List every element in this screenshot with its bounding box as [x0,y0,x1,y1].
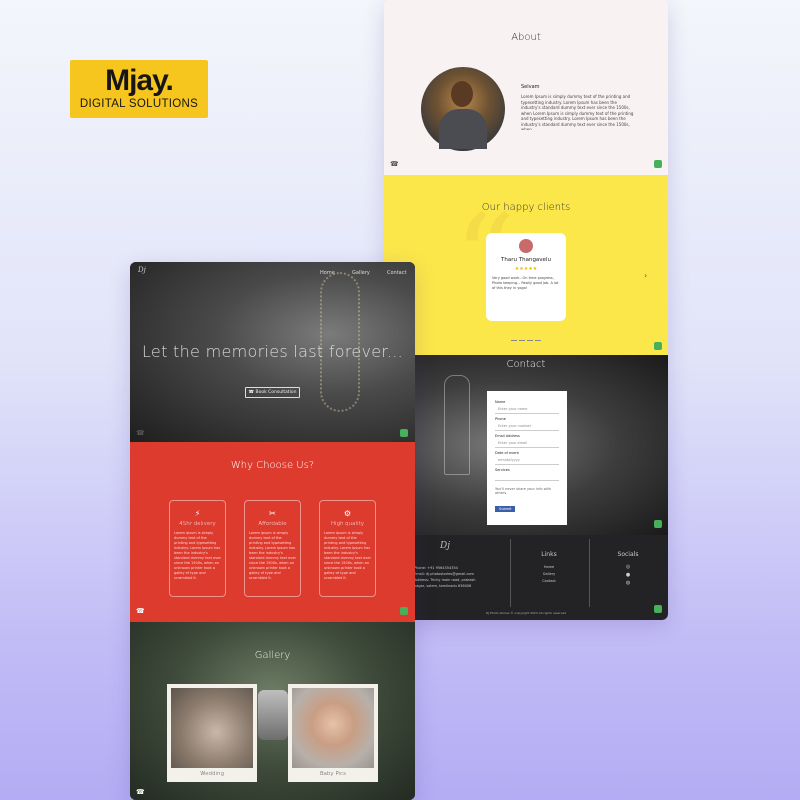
hero-section: Dj Home Gallery Contact Let the memories… [130,262,415,442]
phone-label: Phone [495,417,506,421]
services-label: Services [495,468,510,472]
phone-input[interactable]: Enter your number [495,422,559,431]
profile-photo [421,67,505,151]
instagram-icon[interactable]: ◎ [608,563,648,571]
feature-text: Lorem ipsum is simply dummy text of the … [324,531,371,580]
book-consultation-button[interactable]: ☎ Book Consultation [245,387,300,398]
clients-section: Our happy clients “ Tharu Thangavelu ★★★… [384,175,668,355]
feature-card-affordable: ✂ Affordable Lorem ipsum is simply dummy… [244,500,301,597]
gallery-title: Gallery [254,650,291,661]
rings-image [258,690,288,740]
date-label: Date of event [495,451,519,455]
about-section: About Selvam Lorem Ipsum is simply dummy… [384,0,668,175]
privacy-note: You'll never share your info with others [495,487,552,495]
phone-icon[interactable] [136,607,144,615]
website-screenshot-right: About Selvam Lorem Ipsum is simply dummy… [384,0,668,620]
whatsapp-icon[interactable] [654,520,662,528]
name-input[interactable]: Enter your name [495,405,559,414]
gallery-item-baby[interactable]: Baby Pics [288,684,378,782]
footer-divider [589,539,590,607]
gallery-item-label: Baby Pics [319,771,347,777]
feature-text: Lorem ipsum is simply dummy text of the … [249,531,296,580]
whatsapp-icon[interactable] [654,342,662,350]
facebook-icon[interactable]: ● [608,571,648,579]
why-section: Why Choose Us? ⚡ 4Shr delivery Lorem ips… [130,442,415,622]
carousel-dots[interactable] [510,326,542,345]
about-text: Lorem Ipsum is simply dummy text of the … [521,94,634,130]
footer-links: Links Home Gallery Contact [529,551,569,585]
testimonial-card: Tharu Thangavelu ★★★★★ Very good work...… [486,233,566,321]
website-screenshot-left: Dj Home Gallery Contact Let the memories… [130,262,415,800]
phone-icon: ☎ [248,390,256,395]
footer-logo: Dj [440,541,451,551]
client-name: Tharu Thangavelu [501,257,551,263]
phone-icon[interactable] [136,788,144,796]
whatsapp-social-icon[interactable]: ◍ [608,579,648,587]
socials-title: Socials [617,551,639,558]
footer-contact-info: Phone: +91 9564354354 Email: dj.photosto… [414,565,484,589]
footer-address: Address: Trichy main road, prakash nagar… [414,578,476,588]
phone-icon[interactable] [136,429,144,437]
chevron-right-icon[interactable]: › [644,271,647,280]
whatsapp-icon[interactable] [400,429,408,437]
whatsapp-icon[interactable] [400,607,408,615]
name-label: Name [495,400,506,404]
footer-link-gallery[interactable]: Gallery [529,571,569,578]
date-input[interactable]: mm/dd/yyyy [495,456,559,465]
copyright-text: DJ Photo stories © Copyright 2023 All ri… [485,611,567,615]
links-title: Links [541,551,557,558]
gallery-item-wedding[interactable]: Wedding [167,684,257,782]
nav-contact[interactable]: Contact [387,270,406,276]
client-avatar [519,239,533,253]
phone-icon[interactable] [390,160,398,168]
why-title: Why Choose Us? [230,460,315,471]
clients-title: Our happy clients [481,202,571,213]
footer-section: Dj Phone: +91 9564354354 Email: dj.photo… [384,535,668,620]
gear-icon: ⚙ [343,509,352,518]
wine-glass-image [444,375,470,475]
email-label: Email Address [495,434,520,438]
services-select[interactable] [495,473,559,481]
tools-icon: ✂ [269,509,276,518]
about-title: About [511,32,541,43]
feature-text: Lorem ipsum is simply dummy text of the … [174,531,221,580]
submit-button[interactable]: Submit [495,506,516,512]
book-consultation-label: Book Consultation [255,390,297,395]
footer-socials: Socials ◎ ● ◍ [608,551,648,587]
brand-logo: Mjay. DIGITAL SOLUTIONS [70,60,208,118]
feature-card-delivery: ⚡ 4Shr delivery Lorem ipsum is simply du… [169,500,226,597]
brand-tagline: DIGITAL SOLUTIONS [79,98,199,110]
baby-photo [292,688,374,768]
about-name: Selvam [521,84,540,90]
hero-title: Let the memories last forever... [142,342,403,361]
contact-section: Contact Name Enter your name Phone Enter… [384,355,668,535]
lightning-icon: ⚡ [194,509,201,518]
gallery-section: Gallery Wedding Baby Pics [130,622,415,800]
contact-form: Name Enter your name Phone Enter your nu… [487,391,567,525]
nav-gallery[interactable]: Gallery [352,270,370,276]
footer-link-contact[interactable]: Contact [529,578,569,585]
wedding-photo [171,688,253,768]
email-input[interactable]: Enter your email [495,439,559,448]
contact-title: Contact [506,359,546,370]
whatsapp-icon[interactable] [654,605,662,613]
site-logo: Dj [138,266,146,274]
client-quote: Very good work...On time progress, Photo… [492,276,559,290]
gallery-item-label: Wedding [200,771,224,777]
footer-link-home[interactable]: Home [529,564,569,571]
footer-divider [510,539,511,607]
brand-name: Mjay. [105,64,174,97]
whatsapp-icon[interactable] [654,160,662,168]
feature-card-quality: ⚙ High quality Lorem ipsum is simply dum… [319,500,376,597]
